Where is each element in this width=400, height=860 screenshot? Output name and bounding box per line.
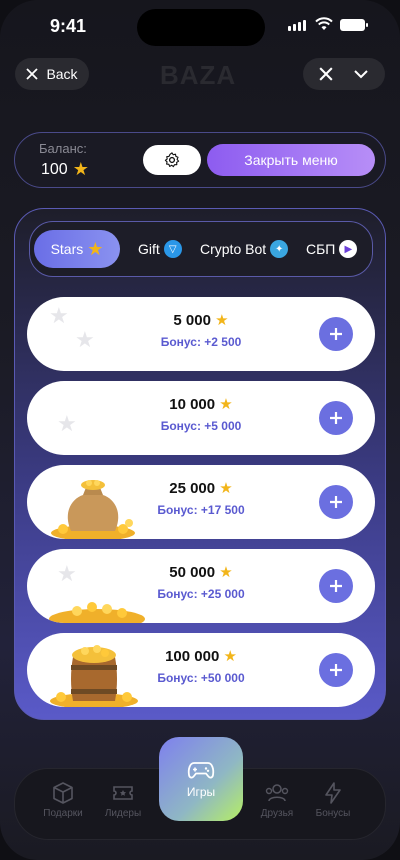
tab-stars-label: Stars — [50, 241, 84, 257]
window-controls — [303, 58, 385, 90]
package-card[interactable]: ★ 10 000 ★ Бонус: +5 000 — [27, 381, 375, 455]
add-package-button[interactable] — [319, 401, 353, 435]
plus-icon — [330, 580, 342, 592]
tab-gift-label: Gift — [138, 241, 160, 257]
package-card[interactable]: ★ 50 000 ★ Бонус: +25 000 — [27, 549, 375, 623]
cellular-signal-icon — [288, 20, 306, 31]
package-amount: 100 000 — [165, 648, 220, 665]
nav-games-label: Игры — [186, 785, 216, 799]
add-package-button[interactable] — [319, 317, 353, 351]
tab-gift[interactable]: Gift ▽ — [138, 230, 182, 268]
package-amount: 10 000 — [169, 396, 216, 413]
package-amount: 5 000 — [173, 312, 211, 329]
top-up-panel: Stars ★ Gift ▽ Crypto Bot ✦ СБП ▶ ★ ★ 5 … — [14, 208, 386, 720]
add-package-button[interactable] — [319, 485, 353, 519]
nav-gifts[interactable]: Подарки — [33, 781, 93, 819]
back-button[interactable]: Back — [15, 58, 89, 90]
sbp-icon: ▶ — [339, 240, 358, 258]
nav-leaders[interactable]: Лидеры — [93, 781, 153, 819]
add-package-button[interactable] — [319, 569, 353, 603]
tab-sbp-label: СБП — [306, 241, 336, 257]
nav-bonuses[interactable]: Бонусы — [303, 781, 363, 819]
close-icon[interactable] — [319, 67, 333, 81]
status-bar: 9:41 — [0, 0, 400, 52]
nav-leaders-label: Лидеры — [104, 808, 142, 819]
star-icon: ★ — [72, 159, 89, 179]
wifi-icon — [315, 17, 333, 30]
package-amount: 50 000 — [169, 564, 216, 581]
nav-bonuses-label: Бонусы — [315, 808, 351, 819]
star-icon: ★ — [223, 648, 237, 665]
payment-method-tabs: Stars ★ Gift ▽ Crypto Bot ✦ СБП ▶ — [29, 221, 373, 277]
balance-panel: Баланс: 100 ★ Закрыть меню — [14, 132, 386, 188]
ticket-icon — [113, 786, 133, 800]
plus-icon — [330, 412, 342, 424]
box-icon — [53, 782, 73, 804]
nav-friends[interactable]: Друзья — [247, 781, 307, 819]
close-icon — [26, 68, 39, 80]
package-card[interactable]: 25 000 ★ Бонус: +17 500 — [27, 465, 375, 539]
star-icon: ★ — [219, 480, 233, 497]
settings-button[interactable] — [143, 145, 201, 175]
gift-ton-icon: ▽ — [163, 240, 182, 258]
nav-friends-label: Друзья — [260, 808, 294, 819]
tab-stars[interactable]: Stars ★ — [34, 230, 120, 268]
nav-games[interactable]: Игры — [159, 737, 243, 821]
gear-icon — [164, 152, 180, 168]
plus-icon — [330, 496, 342, 508]
balance-value: 100 — [41, 160, 68, 178]
star-icon: ★ — [219, 564, 233, 581]
star-icon: ★ — [219, 396, 233, 413]
chevron-down-icon[interactable] — [353, 68, 369, 80]
balance-value-row: 100 ★ — [41, 159, 89, 180]
back-label: Back — [46, 66, 78, 82]
status-time: 9:41 — [50, 16, 87, 36]
app-screen: 9:41 Back BAZA Баланс: 100 ★ Закрыть мен… — [0, 0, 400, 860]
nav-gifts-label: Подарки — [43, 808, 83, 819]
package-card[interactable]: ★ ★ 5 000 ★ Бонус: +2 500 — [27, 297, 375, 371]
package-amount: 25 000 — [169, 480, 216, 497]
users-icon — [265, 784, 289, 802]
star-icon: ★ — [87, 238, 104, 259]
crypto-bot-icon: ✦ — [270, 240, 289, 258]
package-card[interactable]: 100 000 ★ Бонус: +50 000 — [27, 633, 375, 707]
tab-sbp[interactable]: СБП ▶ — [306, 230, 358, 268]
tab-crypto-bot[interactable]: Crypto Bot ✦ — [200, 230, 289, 268]
tab-crypto-bot-label: Crypto Bot — [200, 241, 267, 257]
battery-icon — [340, 19, 368, 31]
lightning-icon — [325, 782, 341, 804]
app-logo: BAZA — [160, 60, 237, 90]
plus-icon — [330, 664, 342, 676]
close-menu-button[interactable]: Закрыть меню — [207, 144, 375, 176]
add-package-button[interactable] — [319, 653, 353, 687]
star-icon: ★ — [215, 312, 229, 329]
dynamic-island — [137, 9, 265, 46]
balance-label: Баланс: — [39, 141, 87, 156]
gamepad-icon — [187, 762, 215, 779]
plus-icon — [330, 328, 342, 340]
